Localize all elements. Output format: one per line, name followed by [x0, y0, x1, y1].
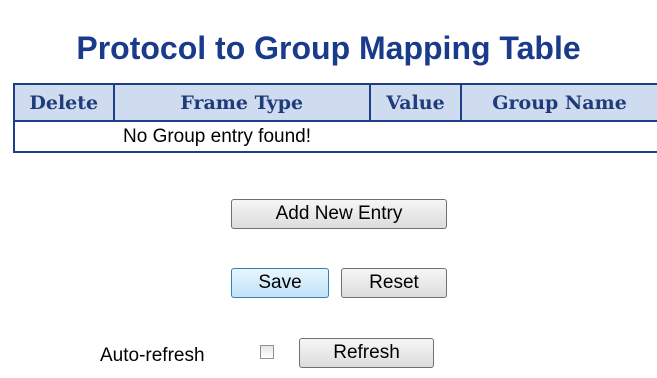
- page-title: Protocol to Group Mapping Table: [76, 30, 581, 66]
- auto-refresh-label: Auto-refresh: [100, 345, 205, 366]
- header-frame-type: Frame Type: [113, 84, 371, 122]
- header-delete: Delete: [14, 84, 115, 122]
- auto-refresh-checkbox[interactable]: [260, 345, 274, 359]
- reset-button[interactable]: Reset: [341, 268, 447, 298]
- refresh-button[interactable]: Refresh: [299, 338, 434, 368]
- table-row: No Group entry found!: [14, 121, 657, 152]
- header-group-name: Group Name: [461, 84, 657, 122]
- save-button[interactable]: Save: [231, 268, 329, 298]
- add-new-entry-button[interactable]: Add New Entry: [231, 199, 447, 229]
- header-value: Value: [369, 84, 463, 122]
- empty-message: No Group entry found!: [14, 121, 657, 152]
- protocol-group-mapping-table: Delete Frame Type Value Group Name No Gr…: [13, 83, 657, 153]
- page: Protocol to Group Mapping Table Delete F…: [0, 0, 657, 378]
- table-header-row: Delete Frame Type Value Group Name: [14, 84, 657, 122]
